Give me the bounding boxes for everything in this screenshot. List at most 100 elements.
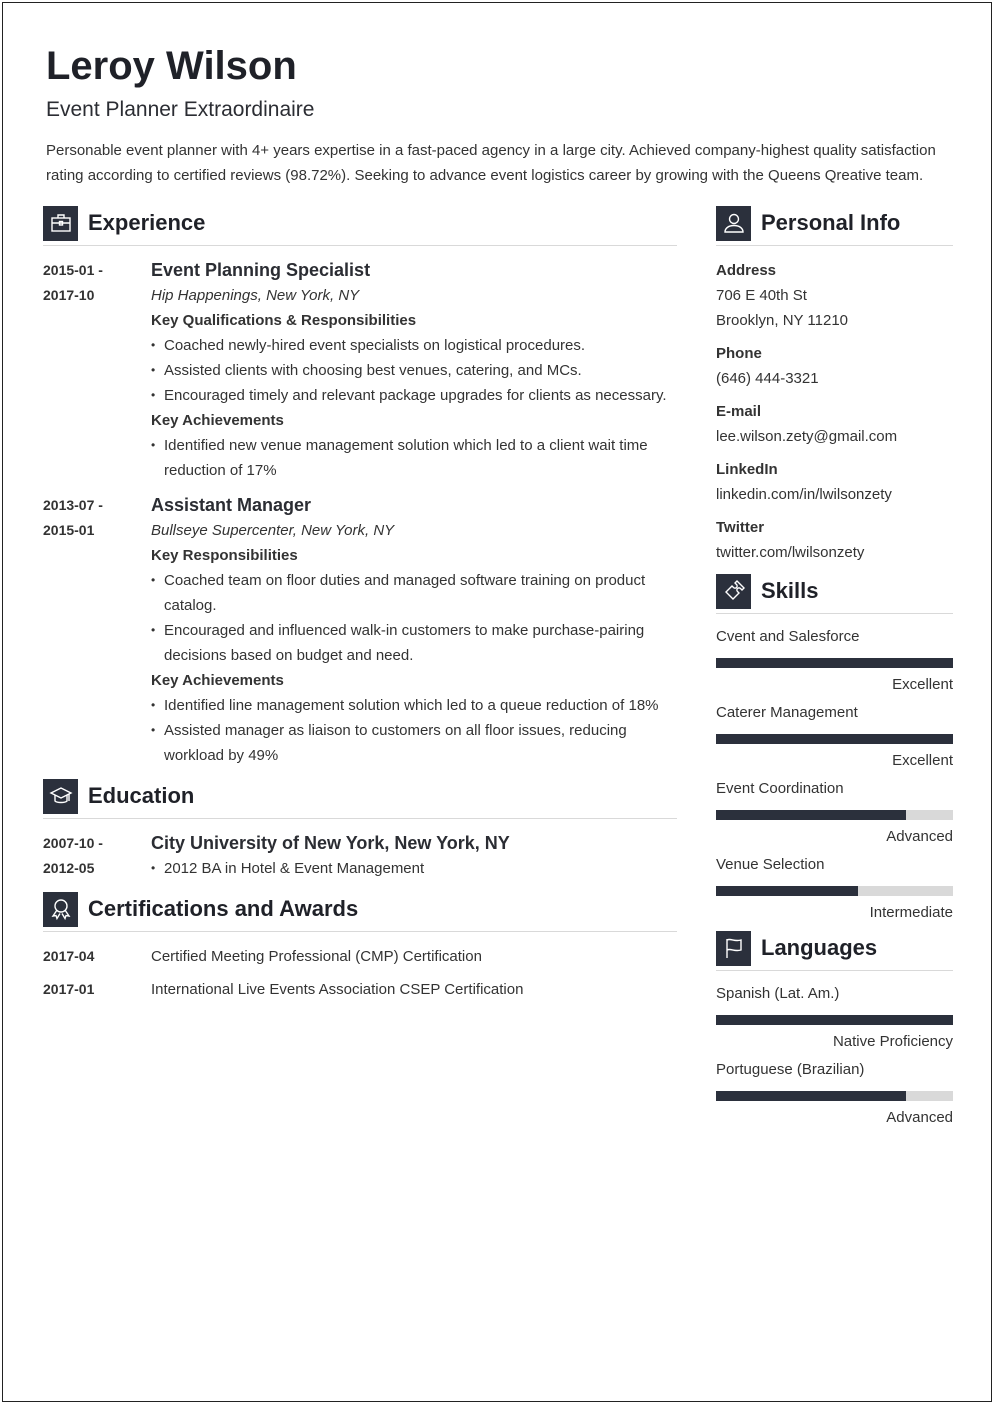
company: Bullseye Supercenter, New York, NY — [151, 522, 395, 539]
bullet-item: Encouraged timely and relevant package u… — [151, 383, 677, 408]
linkedin-label: LinkedIn — [716, 461, 778, 478]
languages-header: Languages — [716, 930, 953, 971]
language-item-level: Advanced — [886, 1109, 953, 1126]
award-ribbon-icon — [43, 891, 78, 927]
skill-item-name: Cvent and Salesforce — [716, 628, 860, 645]
puzzle-icon — [716, 573, 751, 609]
date-end: 2017-10 — [43, 287, 95, 303]
language-item: Portuguese (Brazilian) Advanced — [716, 1059, 953, 1129]
bullet-item: Identified new venue management solution… — [151, 433, 677, 483]
skill-item-bar — [716, 658, 953, 668]
linkedin-link[interactable]: linkedin.com/in/lwilsonzety — [716, 482, 953, 507]
graduation-cap-icon — [43, 778, 78, 814]
phone-label: Phone — [716, 345, 762, 362]
bullet-item: Assisted clients with choosing best venu… — [151, 358, 677, 383]
briefcase-icon — [43, 205, 78, 241]
summary: Personable event planner with 4+ years e… — [46, 142, 936, 184]
address-group: Address 706 E 40th St Brooklyn, NY 11210 — [716, 258, 953, 333]
education-section: Education 2007-10 - 2012-05 City Univers… — [43, 778, 677, 881]
skill-item-bar-fill — [716, 658, 953, 668]
subsection-heading: Key Achievements — [151, 672, 284, 689]
date-end: 2015-01 — [43, 522, 95, 538]
language-item-bar-fill — [716, 1091, 906, 1101]
subsection-heading: Key Responsibilities — [151, 547, 298, 564]
skill-item-bar-fill — [716, 810, 906, 820]
language-item-bar — [716, 1091, 953, 1101]
personal-info-section: Personal Info Address 706 E 40th St Broo… — [716, 205, 953, 565]
skills-section: Skills Cvent and Salesforce Excellent Cate… — [716, 573, 953, 924]
flag-icon — [716, 930, 751, 966]
bullet-item: Encouraged and influenced walk-in custom… — [151, 618, 677, 668]
experience-header: Experience — [43, 205, 677, 246]
date-start: 2013-07 - — [43, 497, 103, 513]
bullet-list: Coached newly-hired event specialists on… — [151, 333, 677, 408]
subsection-heading: Key Qualifications & Responsibilities — [151, 312, 417, 329]
education-entry: 2007-10 - 2012-05 City University of New… — [43, 831, 677, 881]
candidate-title: Event Planner Extraordinaire — [46, 98, 315, 121]
experience-section: Experience 2015-01 - 2017-10 Event Plann… — [43, 205, 677, 768]
languages-list: Spanish (Lat. Am.) Native Proficiency Port… — [716, 983, 953, 1129]
skill-item-name: Caterer Management — [716, 704, 858, 721]
experience-title: Experience — [88, 210, 206, 235]
email-link[interactable]: lee.wilson.zety@gmail.com — [716, 424, 953, 449]
skill-item-name: Venue Selection — [716, 856, 825, 873]
language-item: Spanish (Lat. Am.) Native Proficiency — [716, 983, 953, 1053]
skills-header: Skills — [716, 573, 953, 614]
skill-item: Cvent and Salesforce Excellent — [716, 626, 953, 696]
skills-title: Skills — [761, 578, 819, 603]
phone-value: (646) 444-3321 — [716, 370, 819, 387]
skill-item-bar-fill — [716, 734, 953, 744]
address-line1: 706 E 40th St — [716, 287, 807, 304]
job-dates: 2013-07 - 2015-01 — [43, 493, 151, 768]
twitter-group: Twitter twitter.com/lwilsonzety — [716, 515, 953, 565]
language-item-bar-fill — [716, 1015, 953, 1025]
skill-item-bar — [716, 810, 953, 820]
candidate-name: Leroy Wilson — [46, 44, 297, 88]
certification-name: Certified Meeting Professional (CMP) Cer… — [151, 948, 482, 965]
skill-item: Event Coordination Advanced — [716, 778, 953, 848]
job-entry: 2015-01 - 2017-10 Event Planning Special… — [43, 258, 677, 483]
bullet-item: Assisted manager as liaison to customers… — [151, 718, 677, 768]
address-label: Address — [716, 262, 777, 279]
user-icon — [716, 205, 751, 241]
twitter-link[interactable]: twitter.com/lwilsonzety — [716, 540, 953, 565]
twitter-label: Twitter — [716, 519, 765, 536]
subsection-heading: Key Achievements — [151, 412, 284, 429]
bullet-item: 2012 BA in Hotel & Event Management — [151, 856, 677, 881]
bullet-list: Identified new venue management solution… — [151, 433, 677, 483]
skill-item-level: Advanced — [886, 828, 953, 845]
languages-section: Languages Spanish (Lat. Am.) Native Profi… — [716, 930, 953, 1129]
skill-item-bar — [716, 734, 953, 744]
skill-item-bar — [716, 886, 953, 896]
skills-list: Cvent and Salesforce Excellent Caterer Man… — [716, 626, 953, 924]
bullet-list: 2012 BA in Hotel & Event Management — [151, 856, 677, 881]
skill-item-bar-fill — [716, 886, 859, 896]
education-dates: 2007-10 - 2012-05 — [43, 831, 151, 881]
address-line2: Brooklyn, NY 11210 — [716, 312, 849, 329]
bullet-item: Identified line management solution whic… — [151, 693, 677, 718]
language-item-bar — [716, 1015, 953, 1025]
date-end: 2012-05 — [43, 860, 95, 876]
certification-row: 2017-01 International Live Events Associ… — [43, 977, 677, 1002]
bullet-list: Identified line management solution whic… — [151, 693, 677, 768]
certification-date: 2017-04 — [43, 948, 95, 964]
right-column: Personal Info Address 706 E 40th St Broo… — [716, 205, 953, 1135]
certifications-header: Certifications and Awards — [43, 891, 677, 932]
linkedin-group: LinkedIn linkedin.com/in/lwilsonzety — [716, 457, 953, 507]
bullet-item: Coached newly-hired event specialists on… — [151, 333, 677, 358]
date-start: 2015-01 - — [43, 262, 103, 278]
job-title: Event Planning Specialist — [151, 260, 371, 280]
bullet-list: Coached team on floor duties and managed… — [151, 568, 677, 668]
skill-item: Venue Selection Intermediate — [716, 854, 953, 924]
company: Hip Happenings, New York, NY — [151, 287, 360, 304]
language-item-name: Spanish (Lat. Am.) — [716, 985, 840, 1002]
language-item-level: Native Proficiency — [832, 1033, 953, 1050]
certification-date: 2017-01 — [43, 981, 95, 997]
job-dates: 2015-01 - 2017-10 — [43, 258, 151, 483]
date-start: 2007-10 - — [43, 835, 103, 851]
personal-info-header: Personal Info — [716, 205, 953, 246]
bullet-item: Coached team on floor duties and managed… — [151, 568, 677, 618]
job-title: Assistant Manager — [151, 495, 312, 515]
skill-item: Caterer Management Excellent — [716, 702, 953, 772]
school-name: City University of New York, New York, N… — [151, 833, 510, 853]
